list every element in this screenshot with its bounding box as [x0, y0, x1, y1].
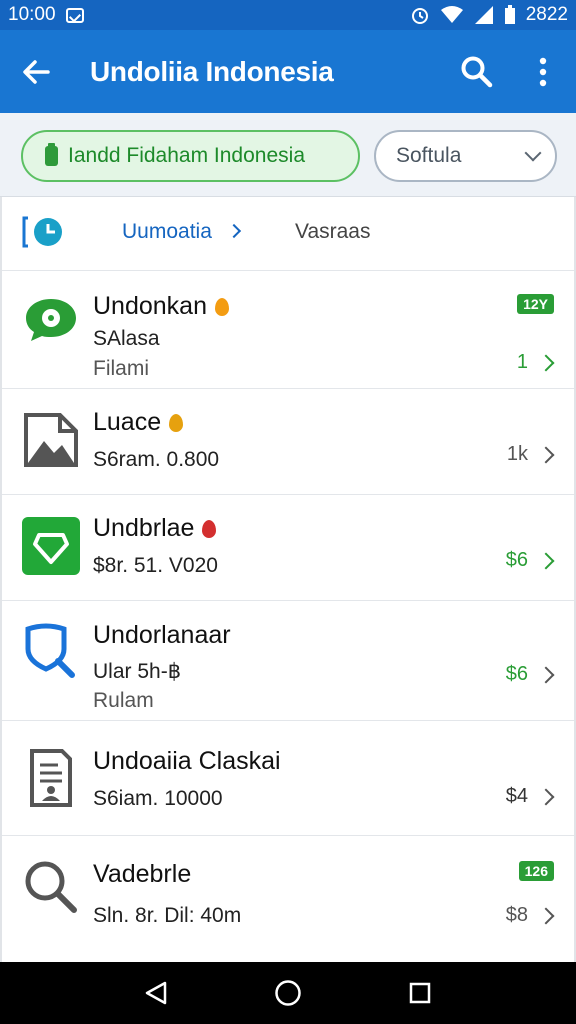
list-item-meta: Filami — [93, 357, 149, 380]
list-item[interactable]: Vadebrle Sln. 8r. Dil: 40m 126 $8 — [2, 836, 574, 956]
list-item-trail: $8 — [505, 904, 528, 926]
more-vert-icon — [539, 57, 547, 86]
document-icon — [30, 749, 72, 807]
status-time: 10:00 — [8, 4, 56, 25]
list-item-title-row: Luace — [93, 408, 184, 437]
list-item-subtitle: $8r. 51. V020 — [93, 554, 218, 577]
list-item-title-row: Undonkan — [93, 292, 229, 321]
arrow-left-icon — [23, 59, 50, 84]
list-item-title-row: Undorlanaar — [93, 621, 231, 650]
list-item-title: Undoaiia Claskai — [93, 747, 281, 775]
status-badge: 126 — [518, 861, 554, 881]
list-item-title-row: Undoaiia Claskai — [93, 747, 281, 776]
drop-icon — [202, 519, 217, 538]
more-options-button[interactable] — [510, 30, 576, 113]
list-item[interactable]: Luace S6ram. 0.800 1k — [2, 389, 574, 495]
list-item-subtitle: S6iam. 10000 — [93, 787, 223, 810]
status-badge: 12Y — [517, 294, 554, 314]
chevron-right-icon — [537, 446, 555, 464]
tag-icon — [22, 517, 80, 575]
sort-select-value: Softula — [396, 144, 462, 167]
filter-chip-label: Iandd Fidaham Indonesia — [68, 144, 305, 167]
list-item[interactable]: Undonkan SAlasa Filami 12Y 1 — [2, 271, 574, 389]
square-recents-icon — [409, 982, 431, 1004]
alarm-icon — [411, 8, 428, 24]
list-item-title: Vadebrle — [93, 860, 192, 888]
list-item-subtitle: Ular 5h-฿ — [93, 660, 182, 683]
list-item-title: Undbrlae — [93, 514, 195, 542]
search-icon — [25, 861, 77, 913]
signal-icon — [474, 6, 493, 24]
filter-chip[interactable]: Iandd Fidaham Indonesia — [21, 130, 360, 182]
notification-icon — [65, 7, 84, 23]
breadcrumb: Uumoatia Vasraas — [2, 197, 574, 271]
page-title: Undoliia Indonesia — [90, 55, 334, 87]
list-item-trail: 1 — [516, 351, 528, 373]
list-item-title-row: Undbrlae — [93, 514, 217, 543]
flame-icon — [169, 413, 184, 432]
list-item-title-row: Vadebrle — [93, 860, 191, 889]
list-item-title: Undonkan — [93, 292, 207, 320]
status-right-text: 2822 — [525, 4, 568, 25]
list-item-trail: 1k — [506, 443, 528, 465]
breadcrumb-secondary[interactable]: Vasraas — [295, 220, 370, 244]
breadcrumb-link[interactable]: Uumoatia — [122, 220, 212, 244]
list-item-title: Undorlanaar — [93, 621, 231, 649]
app-bar: Undoliia Indonesia — [0, 30, 576, 113]
chevron-down-icon — [524, 144, 542, 162]
magnify-icon — [25, 623, 75, 678]
back-button[interactable] — [0, 30, 72, 113]
search-icon — [461, 56, 493, 87]
triangle-back-icon — [145, 981, 167, 1005]
clock-icon — [22, 216, 62, 248]
search-button[interactable] — [444, 30, 510, 113]
image-file-icon — [24, 413, 78, 467]
back-nav-button[interactable] — [136, 973, 176, 1013]
list-item-title: Luace — [93, 408, 162, 436]
chevron-right-icon — [537, 354, 555, 372]
chevron-right-icon — [537, 907, 555, 925]
system-nav-bar — [0, 962, 576, 1024]
status-bar: 10:00 2822 — [0, 0, 576, 30]
list-item[interactable]: Undorlanaar Ular 5h-฿ Rulam $6 — [2, 601, 574, 721]
chevron-right-icon — [537, 552, 555, 570]
chat-bubble-icon — [26, 299, 76, 341]
recents-nav-button[interactable] — [400, 973, 440, 1013]
flame-icon — [214, 297, 229, 316]
chevron-right-icon — [537, 666, 555, 684]
list-item-trail: $4 — [505, 785, 528, 807]
list-item-trail: $6 — [505, 549, 528, 571]
content-list: Uumoatia Vasraas Undonkan SAlasa Filami … — [0, 197, 576, 962]
chevron-right-icon — [537, 788, 555, 806]
sort-select[interactable]: Softula — [374, 130, 557, 182]
battery-icon — [45, 143, 58, 166]
battery-icon — [504, 5, 515, 24]
circle-home-icon — [275, 980, 301, 1006]
list-item-meta: Rulam — [93, 689, 154, 712]
list-item[interactable]: Undoaiia Claskai S6iam. 10000 $4 — [2, 721, 574, 836]
wifi-icon — [440, 6, 463, 23]
list-item-trail: $6 — [505, 663, 528, 685]
list-item-subtitle: S6ram. 0.800 — [93, 448, 220, 471]
home-nav-button[interactable] — [268, 973, 308, 1013]
list-item[interactable]: Undbrlae $8r. 51. V020 $6 — [2, 495, 574, 601]
filter-bar: Iandd Fidaham Indonesia Softula — [0, 113, 576, 197]
chevron-right-icon — [226, 223, 242, 239]
list-item-subtitle: SAlasa — [93, 327, 160, 350]
list-item-subtitle: Sln. 8r. Dil: 40m — [93, 904, 242, 927]
